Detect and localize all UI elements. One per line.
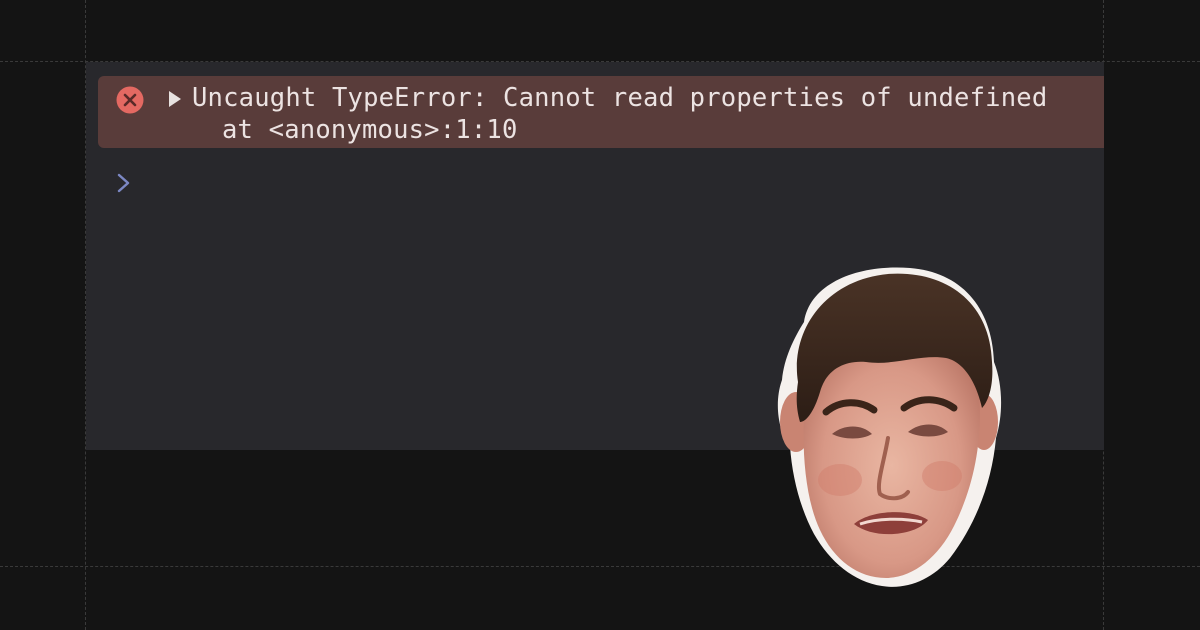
guide-line-bottom [0,566,1200,567]
triangle-right-icon[interactable] [168,90,182,108]
error-stack-trace-line[interactable]: at <anonymous>:1:10 [222,113,518,147]
console-error-message[interactable]: Uncaught TypeError: Cannot read properti… [98,76,1104,148]
chevron-right-icon [117,173,130,193]
console-input[interactable] [146,166,1046,200]
error-circle-x-icon [116,86,144,114]
screenshot-canvas: Uncaught TypeError: Cannot read properti… [0,0,1200,630]
error-message-text: Uncaught TypeError: Cannot read properti… [192,83,1048,113]
crying-face-image [777,267,1002,587]
